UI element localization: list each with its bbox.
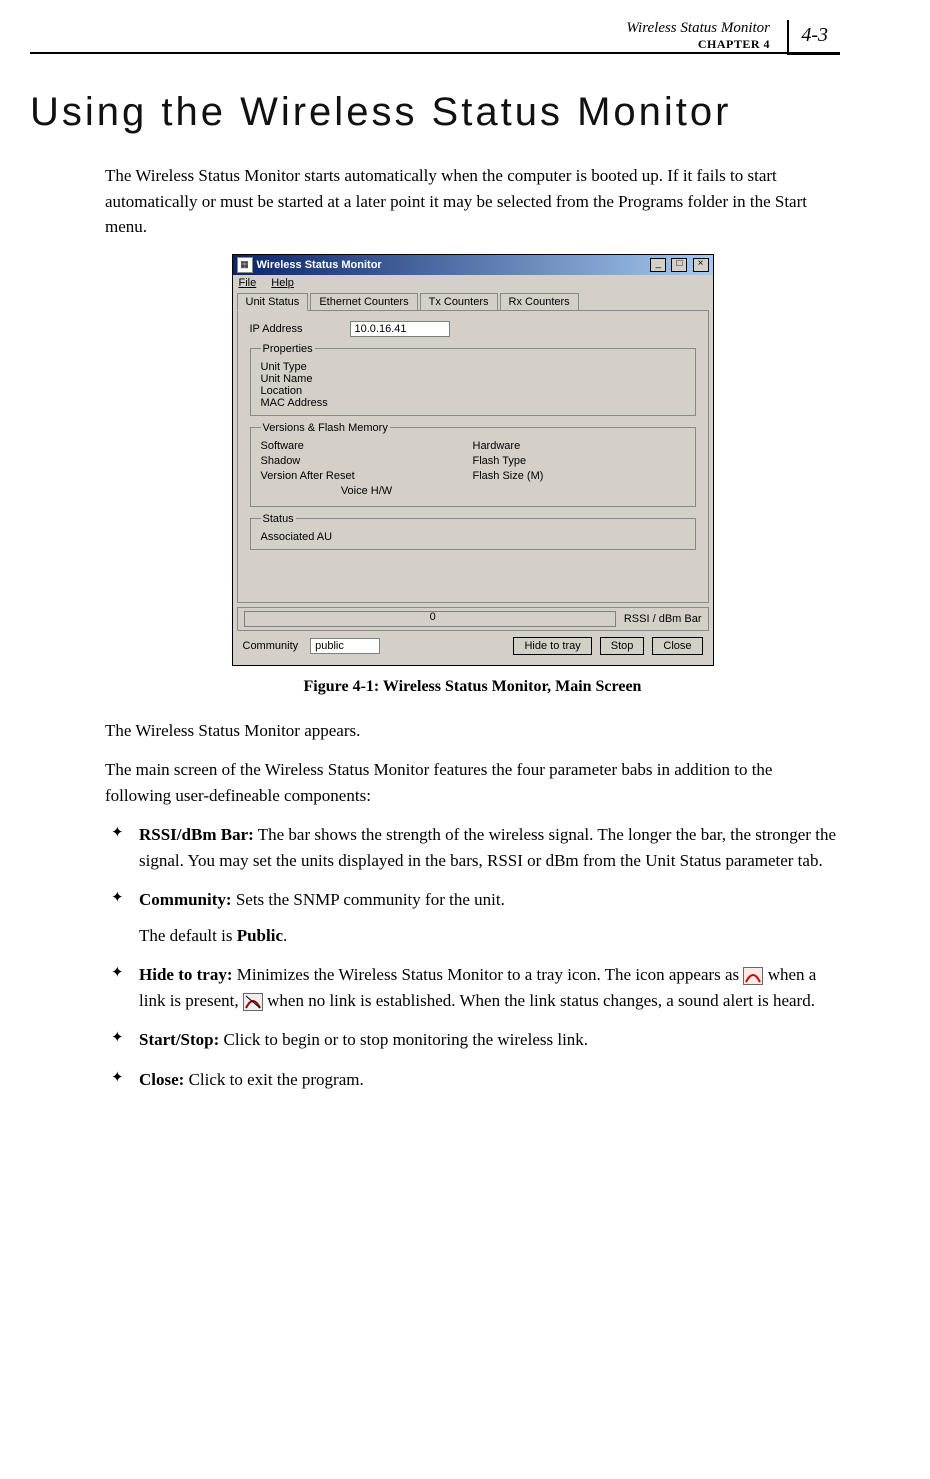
tab-ethernet-counters[interactable]: Ethernet Counters [310, 293, 417, 310]
close-window-button[interactable]: × [693, 258, 709, 272]
bullet-startstop-label: Start/Stop: [139, 1030, 219, 1049]
versions-software: Software [261, 440, 473, 452]
intro-paragraph: The Wireless Status Monitor starts autom… [105, 163, 840, 240]
bottom-bar: Community public Hide to tray Stop Close [237, 635, 709, 661]
ip-address-label: IP Address [250, 323, 350, 335]
versions-var: Version After Reset [261, 470, 473, 482]
bullet-community-sub-suffix: . [283, 926, 287, 945]
bullet-hide-label: Hide to tray: [139, 965, 232, 984]
running-title: Wireless Status Monitor [30, 20, 770, 37]
rssi-bar-zero: 0 [430, 611, 436, 623]
bullet-hide-text-a: Minimizes the Wireless Status Monitor to… [232, 965, 743, 984]
page-title: Using the Wireless Status Monitor [30, 90, 840, 135]
bullet-community-text: Sets the SNMP community for the unit. [232, 890, 505, 909]
paragraph-after-fig-1: The Wireless Status Monitor appears. [105, 718, 840, 744]
bullet-community-label: Community: [139, 890, 232, 909]
window-title: Wireless Status Monitor [257, 259, 649, 271]
versions-legend: Versions & Flash Memory [261, 422, 390, 434]
prop-location: Location [261, 385, 685, 397]
tab-tx-counters[interactable]: Tx Counters [420, 293, 498, 310]
rssi-bar: 0 [244, 611, 616, 627]
figure-screenshot: ▦ Wireless Status Monitor _ □ × File Hel… [105, 254, 840, 666]
bullet-close-text: Click to exit the program. [184, 1070, 363, 1089]
prop-unit-type: Unit Type [261, 361, 685, 373]
page-number: 4-3 [787, 20, 840, 55]
status-associated-au: Associated AU [261, 531, 685, 543]
hide-to-tray-button[interactable]: Hide to tray [513, 637, 591, 655]
versions-shadow: Shadow [261, 455, 473, 467]
status-group: Status Associated AU [250, 513, 696, 550]
close-button[interactable]: Close [652, 637, 702, 655]
tab-unit-status[interactable]: Unit Status [237, 293, 309, 311]
tray-nolink-icon [243, 993, 263, 1011]
tray-link-icon [743, 967, 763, 985]
bullet-close: Close: Click to exit the program. [105, 1067, 840, 1093]
community-field[interactable]: public [310, 638, 380, 654]
ip-address-field[interactable]: 10.0.16.41 [350, 321, 450, 337]
prop-mac: MAC Address [261, 397, 685, 409]
system-menu-icon[interactable]: ▦ [237, 257, 253, 273]
versions-hardware: Hardware [473, 440, 685, 452]
bullet-community-sub-bold: Public [237, 926, 283, 945]
bullet-startstop: Start/Stop: Click to begin or to stop mo… [105, 1027, 840, 1053]
app-window: ▦ Wireless Status Monitor _ □ × File Hel… [232, 254, 714, 666]
bullet-hide-text-c: when no link is established. When the li… [263, 991, 815, 1010]
bullet-community-sub-prefix: The default is [139, 926, 237, 945]
versions-flashsize: Flash Size (M) [473, 470, 685, 482]
minimize-button[interactable]: _ [650, 258, 666, 272]
paragraph-after-fig-2: The main screen of the Wireless Status M… [105, 757, 840, 808]
versions-group: Versions & Flash Memory Software Shadow … [250, 422, 696, 507]
tab-rx-counters[interactable]: Rx Counters [500, 293, 579, 310]
community-label: Community [243, 640, 299, 652]
prop-unit-name: Unit Name [261, 373, 685, 385]
window-titlebar: ▦ Wireless Status Monitor _ □ × [233, 255, 713, 275]
bullet-startstop-text: Click to begin or to stop monitoring the… [219, 1030, 588, 1049]
bullet-close-label: Close: [139, 1070, 184, 1089]
properties-group: Properties Unit Type Unit Name Location … [250, 343, 696, 416]
tab-content: IP Address 10.0.16.41 Properties Unit Ty… [237, 311, 709, 603]
tab-bar: Unit Status Ethernet Counters Tx Counter… [237, 293, 709, 311]
bullet-community: Community: Sets the SNMP community for t… [105, 887, 840, 948]
rssi-bar-label: RSSI / dBm Bar [624, 613, 702, 625]
maximize-button[interactable]: □ [671, 258, 687, 272]
rssi-bar-row: 0 RSSI / dBm Bar [237, 607, 709, 631]
versions-voicehw: Voice H/W [261, 485, 473, 497]
page-header: Wireless Status Monitor CHAPTER 4 4-3 [30, 20, 840, 54]
status-legend: Status [261, 513, 296, 525]
menu-file[interactable]: File [239, 277, 257, 289]
properties-legend: Properties [261, 343, 315, 355]
bullet-community-sub: The default is Public. [139, 923, 840, 949]
menu-help[interactable]: Help [271, 277, 294, 289]
bullet-rssi-label: RSSI/dBm Bar: [139, 825, 254, 844]
bullet-hide: Hide to tray: Minimizes the Wireless Sta… [105, 962, 840, 1013]
bullet-list: RSSI/dBm Bar: The bar shows the strength… [105, 822, 840, 1092]
stop-button[interactable]: Stop [600, 637, 645, 655]
figure-caption: Figure 4-1: Wireless Status Monitor, Mai… [105, 678, 840, 696]
menu-bar: File Help [233, 275, 713, 291]
bullet-rssi: RSSI/dBm Bar: The bar shows the strength… [105, 822, 840, 873]
chapter-label: CHAPTER 4 [698, 37, 770, 51]
versions-flashtype: Flash Type [473, 455, 685, 467]
